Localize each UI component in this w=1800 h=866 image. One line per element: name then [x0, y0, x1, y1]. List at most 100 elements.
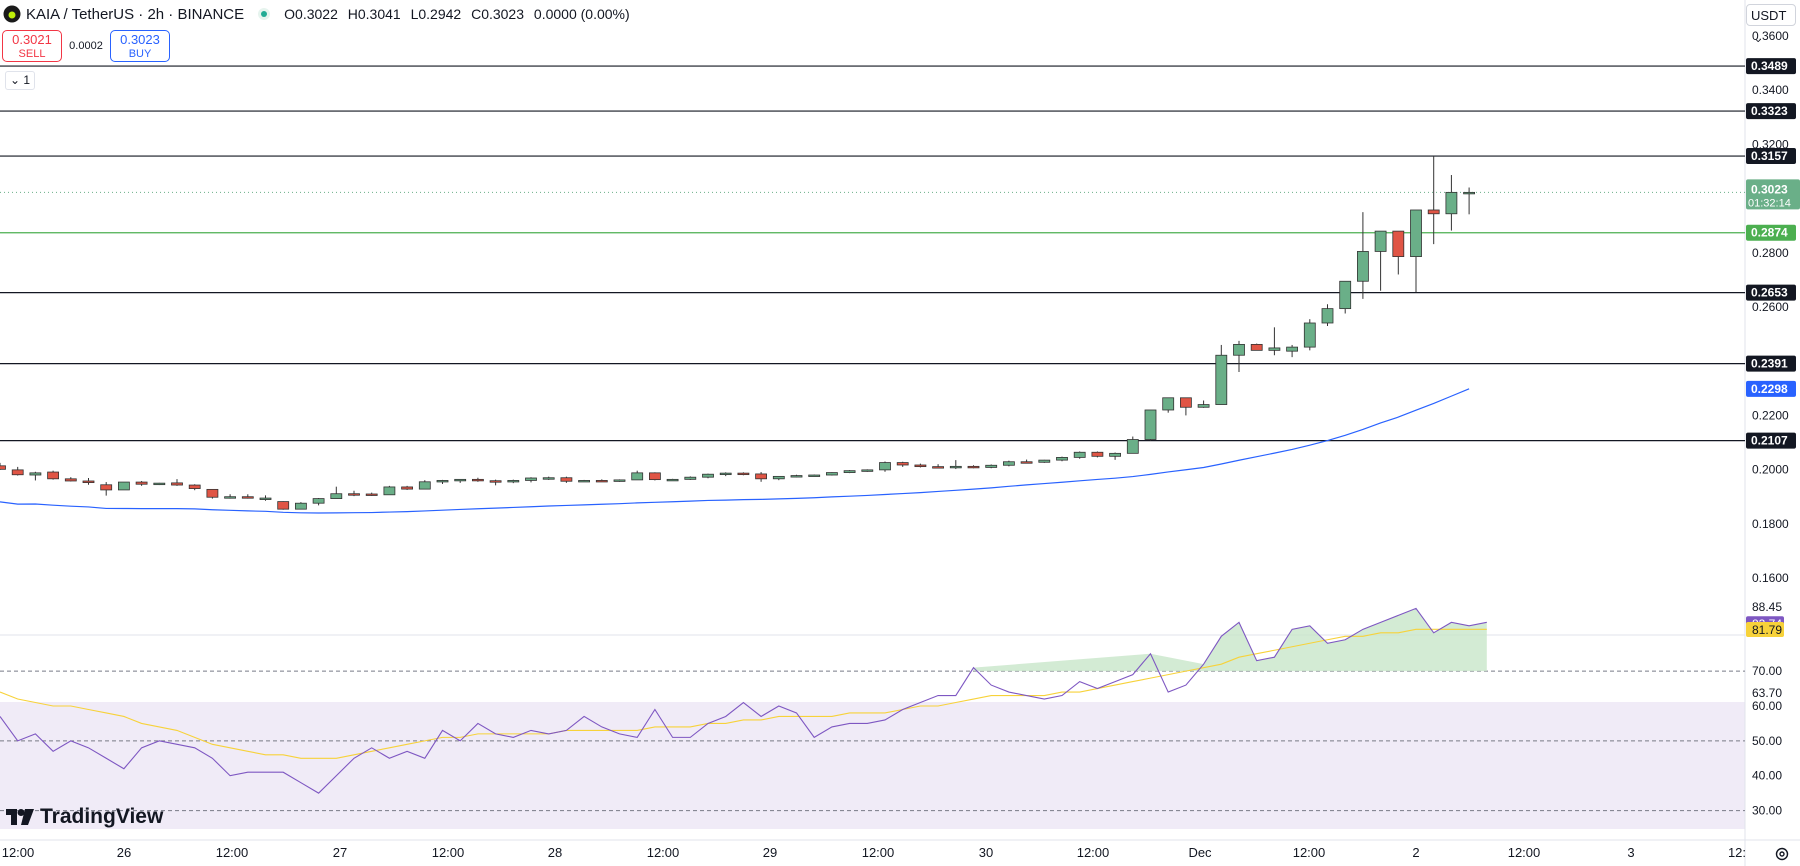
candle-body [1303, 322, 1316, 348]
candle-body [666, 478, 679, 482]
candle [365, 492, 378, 496]
candle [790, 474, 803, 478]
candle [312, 498, 325, 506]
currency-select[interactable]: USDT ⌄ [1746, 4, 1796, 45]
candle [1303, 319, 1316, 351]
candle [1126, 436, 1139, 454]
level-label: 0.2107 [1751, 434, 1788, 448]
candle [436, 479, 449, 484]
candle [702, 473, 714, 479]
candle-body [755, 473, 767, 480]
candle-body [383, 486, 396, 496]
candle-body [0, 465, 6, 470]
currency-value: USDT [1751, 8, 1787, 23]
candle [613, 479, 626, 482]
candle-body [29, 472, 42, 476]
level-label: 0.3157 [1751, 149, 1788, 163]
candle-body [1339, 280, 1352, 310]
candle-body [808, 474, 821, 477]
rsi-value-label: 63.70 [1752, 686, 1782, 700]
candle [879, 461, 891, 472]
candle [100, 482, 113, 496]
candle-body [702, 473, 714, 478]
candle [348, 490, 360, 497]
time-tick-label: 12:00 [1293, 845, 1326, 860]
candle-body [224, 496, 237, 499]
candle-body [560, 477, 573, 482]
symbol-title[interactable]: KAIA / TetherUS · 2h · BINANCE [26, 6, 244, 23]
candle-body [1410, 209, 1422, 257]
candle-body [241, 496, 254, 499]
countdown-label: 01:32:14 [1748, 197, 1791, 209]
candle [241, 494, 254, 499]
candle-body [1109, 452, 1121, 457]
candle [206, 488, 219, 499]
candle [772, 475, 785, 481]
moving-average-line [0, 388, 1470, 514]
candle [631, 470, 644, 481]
gear-icon[interactable] [1774, 846, 1790, 862]
candle [224, 494, 237, 499]
candle [914, 463, 927, 468]
current-price-label: 0.3023 [1751, 182, 1788, 196]
candle-body [826, 472, 838, 476]
candle-body [11, 469, 24, 476]
candle-body [1003, 461, 1015, 466]
price-chart[interactable]: 0.36000.34000.32000.28000.26000.22000.20… [0, 0, 1800, 866]
candle [1073, 451, 1086, 459]
candle [861, 469, 874, 472]
candle-body [1056, 457, 1068, 461]
candle-body [1091, 451, 1104, 457]
candle [1162, 397, 1175, 413]
candle-body [312, 498, 325, 504]
candle [896, 461, 909, 467]
candle [1374, 230, 1387, 291]
tradingview-logo[interactable]: TradingView [6, 805, 163, 829]
time-tick-label: 3 [1627, 845, 1634, 860]
market-open-indicator [258, 8, 271, 20]
candle-body [843, 470, 856, 473]
time-tick-label: 2 [1412, 845, 1419, 860]
trade-buttons: 0.3021 SELL 0.0002 0.3023 BUY [2, 30, 170, 62]
time-tick-label: Dec [1188, 845, 1212, 860]
candle [11, 466, 24, 476]
candle [118, 481, 130, 491]
candle-body [1392, 230, 1405, 257]
candle-body [985, 464, 998, 468]
time-tick-label: 26 [117, 845, 131, 860]
candle-body [1144, 409, 1157, 440]
candle [259, 495, 272, 501]
candle [0, 462, 6, 470]
candle [82, 478, 95, 485]
candle-body [737, 472, 750, 476]
time-tick-label: 12:00 [216, 845, 249, 860]
ohlc-values: O0.3022 H0.3041 L0.2942 C0.3023 0.0000 (… [284, 6, 636, 22]
candle [808, 474, 821, 477]
candle-body [1445, 191, 1458, 215]
indicators-toggle[interactable]: ⌄ 1 [5, 71, 35, 90]
rsi-tick-label: 50.00 [1752, 734, 1782, 748]
candle-body [1250, 343, 1263, 351]
time-tick-label: 12:00 [1077, 845, 1110, 860]
candle [649, 472, 661, 481]
candle-body [772, 475, 785, 480]
time-tick-label: 12: [1728, 845, 1746, 860]
candle [153, 482, 166, 486]
candle-body [348, 493, 360, 496]
candle [755, 472, 767, 482]
candle-body [259, 497, 272, 500]
candle-body [914, 464, 927, 468]
sell-button[interactable]: 0.3021 SELL [2, 30, 62, 62]
rsi-tick-label: 40.00 [1752, 769, 1782, 783]
candle-body [188, 484, 201, 489]
candle-body [949, 465, 962, 469]
candle [330, 486, 343, 499]
ma-label: 0.2298 [1751, 382, 1788, 396]
buy-button[interactable]: 0.3023 BUY [110, 30, 170, 62]
candle-body [1357, 251, 1369, 282]
candle-body [1463, 191, 1475, 195]
time-tick-label: 12:00 [432, 845, 465, 860]
candle [401, 485, 414, 490]
candle [684, 476, 697, 480]
open-value: O0.3022 [284, 6, 338, 22]
